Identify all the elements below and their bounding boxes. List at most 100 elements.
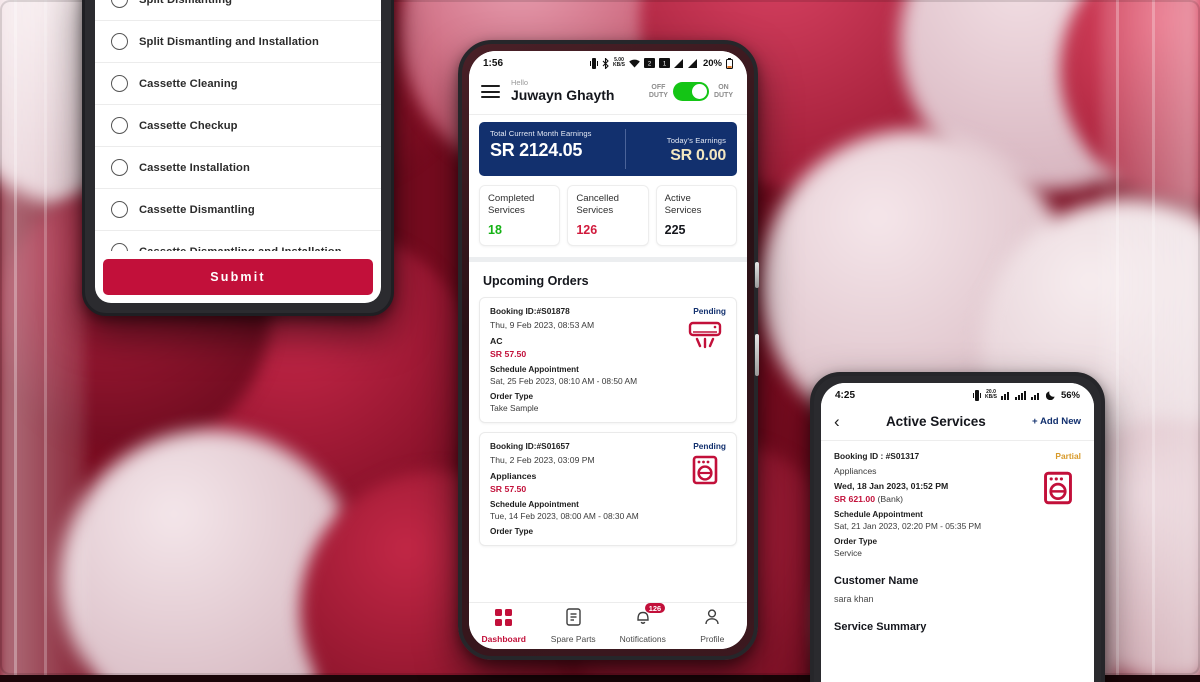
- menu-icon[interactable]: [481, 82, 500, 102]
- stats-row: Completed Services 18 Cancelled Services…: [469, 176, 747, 258]
- schedule-value: Tue, 14 Feb 2023, 08:00 AM - 08:30 AM: [490, 511, 639, 522]
- stat-card-completed[interactable]: Completed Services 18: [479, 184, 561, 247]
- nav-item-spare-parts[interactable]: Spare Parts: [539, 608, 609, 644]
- off-duty-label: OFF DUTY: [648, 83, 668, 99]
- app-header: Hello Juwayn Ghayth OFF DUTY ON DUTY: [469, 75, 747, 115]
- document-icon: [566, 608, 581, 626]
- stat-card-cancelled[interactable]: Cancelled Services 126: [567, 184, 649, 247]
- list-item[interactable]: Cassette Cleaning: [95, 63, 381, 105]
- sim1-icon: 2: [643, 58, 655, 68]
- device-volume-button: [755, 262, 759, 288]
- page-title: Active Services: [885, 414, 986, 429]
- status-badge: Pending: [693, 441, 726, 452]
- booking-id: Booking ID : #S01317: [834, 451, 920, 461]
- radio-icon[interactable]: [111, 33, 128, 50]
- order-type-value: Take Sample: [490, 403, 539, 414]
- air-conditioner-icon: [684, 318, 726, 352]
- status-badge: Pending: [693, 306, 726, 317]
- booking-id: Booking ID:#S01878: [490, 306, 570, 317]
- device-power-button: [755, 334, 759, 376]
- list-item-label: Cassette Checkup: [139, 119, 238, 132]
- notification-badge: 126: [644, 603, 666, 614]
- nav-item-dashboard[interactable]: Dashboard: [469, 608, 539, 644]
- signal-bars-2-icon: [1030, 392, 1039, 400]
- earnings-banner: Total Current Month Earnings SR 2124.05 …: [479, 121, 737, 176]
- service-summary-label: Service Summary: [834, 621, 927, 633]
- status-bar: 1:56 5.00 KB/S 2 1 20%: [469, 51, 747, 75]
- duty-toggle[interactable]: [672, 82, 709, 102]
- order-type-label: Order Type: [834, 537, 878, 546]
- nav-item-notifications[interactable]: 126 Notifications: [608, 603, 678, 644]
- nav-item-profile[interactable]: Profile: [678, 608, 748, 644]
- battery-icon: [726, 57, 733, 69]
- radio-icon[interactable]: [111, 75, 128, 92]
- radio-icon[interactable]: [111, 117, 128, 134]
- stat-title: Completed Services: [488, 192, 535, 217]
- nav-label: Spare Parts: [550, 634, 596, 644]
- order-type-label: Order Type: [490, 392, 534, 402]
- battery-percent: 20%: [702, 57, 722, 69]
- nav-label: Dashboard: [481, 633, 526, 644]
- left-device-frame: Split Dismantling Split Dismantling and …: [82, 0, 394, 316]
- customer-name-label: Customer Name: [834, 575, 919, 587]
- nav-label: Notifications: [619, 634, 666, 644]
- right-device-frame: 4:25 20.0 KB/S 56% ‹ Active Services + Ad…: [810, 372, 1105, 682]
- list-item-label: Cassette Installation: [139, 161, 250, 174]
- list-item[interactable]: Cassette Dismantling: [95, 189, 381, 231]
- radio-icon[interactable]: [111, 201, 128, 218]
- vibrate-icon: [973, 389, 982, 401]
- bottom-navigation: Dashboard Spare Parts 126 Notifications: [469, 602, 747, 649]
- submit-button[interactable]: Submit: [103, 259, 373, 295]
- table-row[interactable]: Booking ID:#S01878 Pending Thu, 9 Feb 20…: [479, 297, 737, 424]
- sim2-icon: 1: [658, 58, 670, 68]
- schedule-value: Sat, 25 Feb 2023, 08:10 AM - 08:50 AM: [490, 376, 638, 387]
- data-transfer-icon: [1000, 391, 1009, 400]
- service-option-list: Split Dismantling Split Dismantling and …: [95, 0, 381, 251]
- status-icons: 5.00 KB/S 2 1 20%: [590, 57, 733, 69]
- left-device-screen: Split Dismantling Split Dismantling and …: [95, 0, 381, 303]
- radio-icon[interactable]: [111, 0, 128, 8]
- status-badge: Partial: [1055, 451, 1081, 461]
- screen-header: ‹ Active Services + Add New: [821, 407, 1094, 441]
- list-item-label: Split Dismantling: [139, 0, 232, 6]
- booking-id: Booking ID:#S01657: [490, 441, 570, 452]
- status-time: 1:56: [483, 57, 504, 69]
- list-item[interactable]: Split Dismantling: [95, 0, 381, 21]
- center-device-screen: 1:56 5.00 KB/S 2 1 20% Hello Juwayn Ghay…: [469, 51, 747, 649]
- stat-title: Cancelled Services: [576, 192, 619, 217]
- list-item[interactable]: Cassette Checkup: [95, 105, 381, 147]
- schedule-label: Schedule Appointment: [834, 510, 923, 519]
- status-icons: 20.0 KB/S 56%: [973, 389, 1080, 401]
- washing-machine-icon: [1043, 471, 1079, 511]
- schedule-label: Schedule Appointment: [490, 365, 579, 375]
- stat-value: 126: [576, 223, 598, 238]
- list-item[interactable]: Cassette Dismantling and Installation: [95, 231, 381, 251]
- order-type-value: Service: [834, 548, 862, 558]
- bluetooth-icon: [602, 57, 609, 69]
- person-icon: [705, 609, 719, 625]
- today-earnings-block: Today's Earnings SR 0.00: [625, 128, 737, 169]
- radio-icon[interactable]: [111, 243, 128, 251]
- vibrate-icon: [590, 57, 599, 69]
- data-rate-indicator: 5.00 KB/S: [613, 57, 625, 68]
- radio-icon[interactable]: [111, 159, 128, 176]
- list-item-label: Split Dismantling and Installation: [139, 35, 319, 48]
- list-item-label: Cassette Dismantling: [139, 203, 255, 216]
- stat-card-active[interactable]: Active Services 225: [655, 184, 737, 247]
- page-title: Upcoming Orders: [483, 274, 589, 289]
- on-duty-label: ON DUTY: [713, 83, 733, 99]
- active-service-detail: Booking ID : #S01317 Partial Appliances …: [821, 441, 1094, 633]
- list-item[interactable]: Cassette Installation: [95, 147, 381, 189]
- wifi-icon: [629, 59, 640, 67]
- dnd-moon-icon: [1045, 391, 1055, 400]
- right-device-screen: 4:25 20.0 KB/S 56% ‹ Active Services + Ad…: [821, 383, 1094, 682]
- signal-bars-icon: [1014, 390, 1026, 400]
- stat-title: Active Services: [664, 192, 702, 217]
- list-item-label: Cassette Dismantling and Installation: [139, 246, 342, 252]
- add-new-button[interactable]: + Add New: [1032, 416, 1081, 427]
- list-item[interactable]: Split Dismantling and Installation: [95, 21, 381, 63]
- grid-icon: [495, 608, 513, 626]
- table-row[interactable]: Booking ID:#S01657 Pending Thu, 2 Feb 20…: [479, 432, 737, 547]
- today-earnings-caption: Today's Earnings: [666, 135, 726, 145]
- orders-list: Booking ID:#S01878 Pending Thu, 9 Feb 20…: [469, 297, 747, 547]
